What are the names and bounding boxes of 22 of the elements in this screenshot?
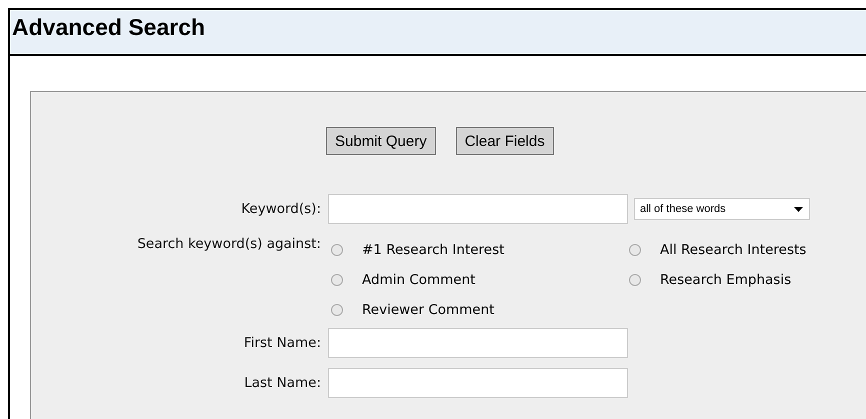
radio-label: Admin Comment [362,272,476,288]
radio-button[interactable] [331,244,343,256]
radio-label: Reviewer Comment [362,302,494,318]
keyword-field[interactable] [328,194,628,224]
name-field[interactable] [328,328,628,358]
radio-button[interactable] [629,244,641,256]
field-label: Keyword(s): [240,201,321,217]
radio-label: Research Emphasis [660,272,792,288]
form-button[interactable]: Submit Query [326,127,436,155]
radio-button[interactable] [331,304,343,316]
radio-button[interactable] [331,274,343,286]
field-label: First Name: [242,335,321,351]
field-label: Last Name: [243,375,321,391]
page-title: Advanced Search [12,14,206,40]
radio-label: All Research Interests [660,242,806,258]
name-field[interactable] [328,368,628,398]
radio-button[interactable] [629,274,641,286]
field-label: Search keyword(s) against: [136,235,321,252]
match-dropdown[interactable]: all of these words [634,198,810,220]
radio-label: #1 Research Interest [362,242,504,258]
caret-icon [794,206,803,212]
form-button[interactable]: Clear Fields [456,127,554,155]
